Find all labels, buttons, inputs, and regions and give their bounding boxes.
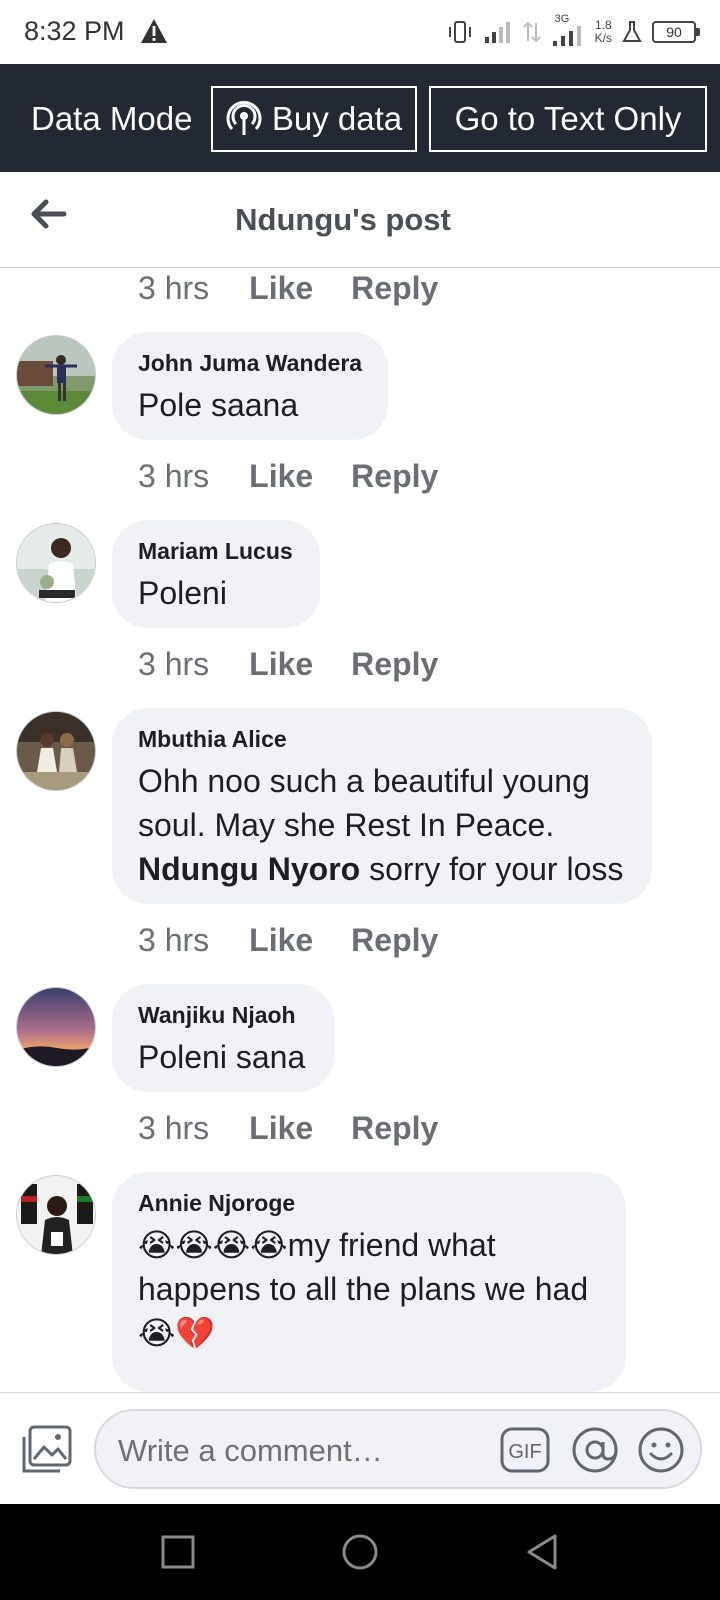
text-only-button[interactable]: Go to Text Only (429, 86, 707, 152)
speed-unit: K/s (594, 31, 612, 45)
like-button[interactable]: Like (249, 646, 313, 683)
comment-author[interactable]: Annie Njoroge (138, 1190, 600, 1217)
comment-text-line: happens to all the plans we had (138, 1271, 589, 1307)
gif-icon[interactable]: GIF (500, 1427, 550, 1473)
comment-text: Poleni (138, 575, 227, 611)
comment-text-rest: my friend what (287, 1227, 496, 1263)
text-only-label: Go to Text Only (454, 100, 682, 137)
comment-bubble: Annie Njoroge 😭😭😭😭my friend what happens… (112, 1172, 626, 1392)
comment-time: 3 hrs (138, 457, 210, 494)
comment-author[interactable]: Wanjiku Njaoh (138, 1002, 308, 1029)
navigation-bar (0, 1504, 720, 1600)
crying-emoji-icon: 😭😭😭😭 (138, 1226, 288, 1264)
comment-author[interactable]: Mariam Lucus (138, 538, 294, 565)
comment-text: Pole saana (138, 387, 299, 423)
comment-composer: GIF (0, 1392, 720, 1504)
data-mode-label: Data Mode (31, 100, 193, 137)
comment-meta: 3 hrs Like Reply (138, 920, 438, 960)
comment-author[interactable]: Mbuthia Alice (138, 726, 626, 753)
reply-button[interactable]: Reply (351, 1110, 438, 1147)
status-time: 8:32 PM (24, 16, 125, 46)
reply-button[interactable]: Reply (351, 922, 438, 959)
comment-meta: 3 hrs Like Reply (138, 268, 438, 308)
mention-icon[interactable] (570, 1425, 620, 1475)
buy-data-button[interactable]: Buy data (211, 86, 417, 152)
home-icon[interactable] (340, 1532, 380, 1572)
back-icon[interactable] (522, 1532, 562, 1572)
comment-bubble: John Juma Wandera Pole saana (112, 332, 388, 440)
avatar[interactable] (16, 711, 96, 791)
avatar[interactable] (16, 335, 96, 415)
recents-icon[interactable] (158, 1532, 198, 1572)
comment-text: 😭😭😭😭my friend what happens to all the pl… (138, 1223, 600, 1355)
broken-heart-emoji-icon: 😭💔 (138, 1314, 216, 1352)
page-title: Ndungu's post (235, 202, 451, 237)
comment-bubble: Wanjiku Njaoh Poleni sana (112, 984, 334, 1092)
photo-icon[interactable] (20, 1425, 72, 1475)
vibrate-icon (448, 21, 471, 43)
network-speed: 1.8 K/s (595, 19, 612, 45)
broadcast-icon (226, 101, 262, 135)
signal-3g-icon: 3G (551, 13, 585, 47)
comment-time: 3 hrs (138, 645, 210, 682)
mention-link[interactable]: Ndungu Nyoro (138, 851, 360, 887)
emoji-icon[interactable] (636, 1425, 686, 1475)
like-button[interactable]: Like (249, 458, 313, 495)
comment-time: 3 hrs (138, 921, 210, 958)
status-icons: 3G 1.8 K/s 90 (447, 13, 700, 50)
data-transfer-icon (522, 21, 541, 43)
like-button[interactable]: Like (249, 1110, 313, 1147)
comment-text: Ohh noo such a beautiful young soul. May… (138, 759, 626, 891)
gif-label: GIF (508, 1441, 541, 1463)
comment-text-line: 😭😭😭😭my friend what (138, 1223, 600, 1267)
comment-text-line: Ndungu Nyoro sorry for your loss (138, 847, 626, 891)
like-button[interactable]: Like (249, 270, 313, 307)
reply-button[interactable]: Reply (351, 646, 438, 683)
comment-input-box[interactable]: GIF (94, 1409, 702, 1489)
comment-bubble: Mbuthia Alice Ohh noo such a beautiful y… (112, 708, 652, 904)
comment-bubble: Mariam Lucus Poleni (112, 520, 320, 628)
comment-meta: 3 hrs Like Reply (138, 644, 438, 684)
comments-list: 3 hrs Like Reply John Juma Wandera Pole … (0, 268, 720, 1392)
comment-time: 3 hrs (138, 269, 210, 306)
lab-icon (622, 21, 642, 42)
buy-data-label: Buy data (271, 100, 403, 137)
avatar[interactable] (16, 987, 96, 1067)
status-bar: 8:32 PM 3G 1.8 K/s 90 (0, 0, 720, 64)
comment-author[interactable]: John Juma Wandera (138, 350, 362, 377)
comment-meta: 3 hrs Like Reply (138, 456, 438, 496)
comment-text-line: Ohh noo such a beautiful young (138, 763, 590, 799)
data-mode-bar: Data Mode Buy data Go to Text Only (0, 64, 720, 172)
comment-time: 3 hrs (138, 1109, 210, 1146)
avatar[interactable] (16, 523, 96, 603)
comment-text-rest: sorry for your loss (360, 851, 624, 887)
avatar[interactable] (16, 1175, 96, 1255)
comment-text: Poleni sana (138, 1039, 306, 1075)
comment-text-line: soul. May she Rest In Peace. (138, 807, 555, 843)
signal-icon (484, 22, 510, 43)
reply-button[interactable]: Reply (351, 270, 438, 307)
reply-button[interactable]: Reply (351, 458, 438, 495)
battery-icon: 90 (652, 21, 700, 43)
warning-icon (141, 19, 167, 43)
like-button[interactable]: Like (249, 922, 313, 959)
post-header: Ndungu's post (0, 172, 720, 268)
comment-meta: 3 hrs Like Reply (138, 1108, 438, 1148)
comment-input[interactable] (118, 1429, 478, 1473)
